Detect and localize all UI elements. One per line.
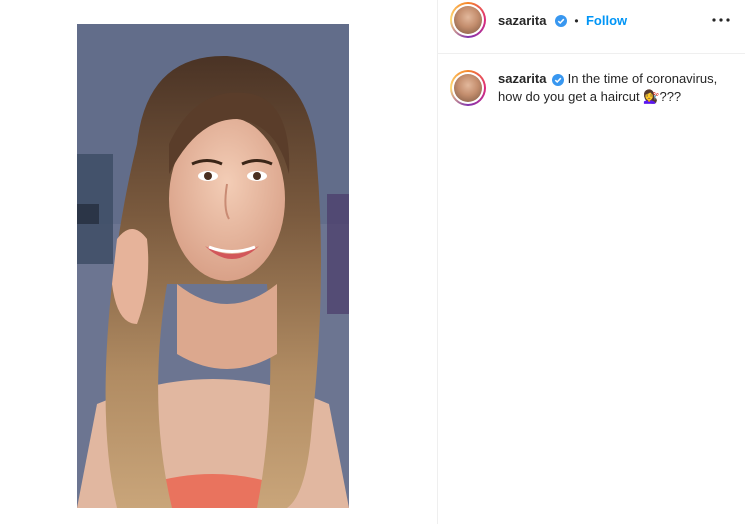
haircut-emoji: 💇‍♀️: [643, 89, 660, 104]
header-avatar-frame: [452, 4, 484, 36]
post-caption: sazarita In the time of coronavirus, how…: [498, 70, 728, 106]
media-pane: [0, 0, 437, 524]
more-options-icon[interactable]: [709, 8, 733, 32]
post-photo[interactable]: [77, 24, 349, 508]
verified-badge-icon: [554, 14, 567, 27]
follow-button[interactable]: Follow: [586, 13, 627, 28]
caption-avatar-frame: [452, 72, 484, 104]
caption-avatar[interactable]: [450, 70, 486, 106]
verified-badge-icon: [552, 73, 565, 86]
header-separator: •: [574, 14, 579, 28]
post-sidebar: sazarita • Follow sazarita In the time o…: [438, 0, 745, 524]
header-divider: [438, 53, 745, 54]
selfie-illustration: [77, 24, 349, 508]
header-username[interactable]: sazarita: [498, 13, 546, 28]
caption-suffix: ???: [659, 89, 682, 104]
caption-avatar-image: [454, 74, 482, 102]
caption-username[interactable]: sazarita: [498, 71, 546, 86]
post-header: sazarita • Follow: [438, 0, 745, 44]
header-avatar-image: [454, 6, 482, 34]
header-info: sazarita • Follow: [498, 12, 627, 30]
header-avatar[interactable]: [450, 2, 486, 38]
